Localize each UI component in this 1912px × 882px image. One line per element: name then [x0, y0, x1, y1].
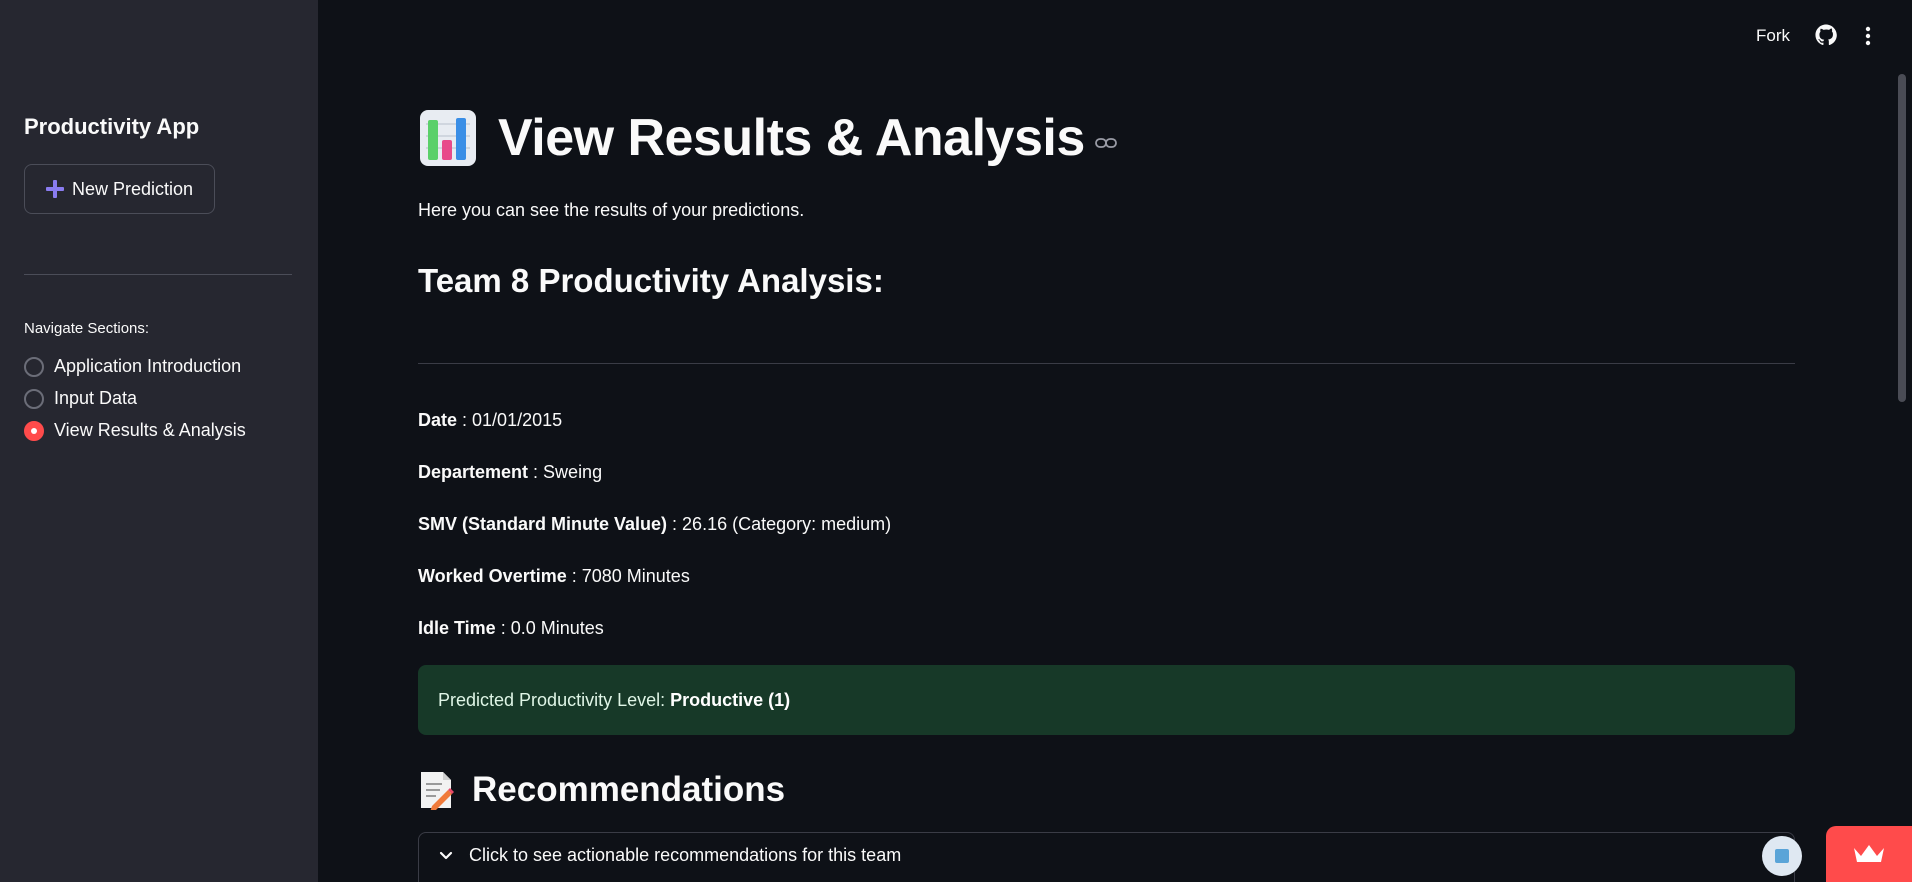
sidebar: Productivity App New Prediction Navigate…: [0, 0, 318, 882]
prediction-alert: Predicted Productivity Level: Productive…: [418, 665, 1795, 735]
streamlit-badge-button[interactable]: [1826, 826, 1912, 882]
new-prediction-button[interactable]: New Prediction: [24, 164, 215, 214]
vertical-scrollbar[interactable]: [1898, 74, 1906, 402]
prediction-value: Productive (1): [670, 689, 791, 710]
nav-item-label: View Results & Analysis: [54, 420, 246, 440]
section-title: Team 8 Productivity Analysis:: [418, 262, 884, 299]
kebab-menu-icon[interactable]: [1860, 24, 1876, 48]
main-content: View Results & Analysis Here you can see…: [418, 0, 1796, 882]
sidebar-divider: [24, 274, 292, 275]
radio-checked-icon: [24, 420, 44, 441]
nav-item-input-data[interactable]: Input Data: [24, 388, 137, 409]
radio-unchecked-icon: [24, 356, 44, 377]
chevron-down-icon: [439, 851, 453, 860]
nav-item-label: Input Data: [54, 388, 138, 408]
page-subtitle: Here you can see the results of your pre…: [418, 200, 805, 220]
crown-icon: [1854, 845, 1884, 862]
new-prediction-label: New Prediction: [71, 178, 194, 199]
detail-idle-time: Idle Time : 0.0 Minutes: [418, 618, 604, 638]
expander-label: Click to see actionable recommendations …: [469, 845, 902, 865]
memo-icon: [421, 772, 454, 810]
nav-item-view-results[interactable]: View Results & Analysis: [24, 420, 246, 441]
nav-item-label: Application Introduction: [54, 356, 242, 376]
recommendations-header: Recommendations: [418, 770, 785, 810]
link-icon[interactable]: [1094, 136, 1117, 150]
detail-date: Date : 01/01/2015: [418, 410, 563, 430]
github-icon[interactable]: [1815, 24, 1837, 46]
recommendations-title: Recommendations: [472, 770, 786, 809]
section-divider: [418, 363, 1795, 364]
sidebar-title: Productivity App: [24, 114, 200, 139]
plus-icon: [45, 180, 64, 198]
bar-chart-icon: [420, 110, 476, 166]
page-title: View Results & Analysis: [498, 109, 1085, 167]
nav-item-application-introduction[interactable]: Application Introduction: [24, 356, 241, 377]
detail-overtime: Worked Overtime : 7080 Minutes: [418, 566, 690, 586]
title-row: View Results & Analysis: [418, 108, 1117, 168]
nav-label: Navigate Sections:: [24, 320, 150, 337]
detail-smv: SMV (Standard Minute Value) : 26.16 (Cat…: [418, 514, 892, 534]
recommendations-expander[interactable]: Click to see actionable recommendations …: [418, 832, 1795, 882]
prediction-prefix: Predicted Productivity Level:: [438, 689, 666, 710]
radio-unchecked-icon: [24, 388, 44, 409]
status-widget-icon[interactable]: [1762, 836, 1802, 876]
app-root: Productivity App New Prediction Navigate…: [0, 0, 1912, 882]
detail-department: Departement : Sweing: [418, 462, 603, 482]
